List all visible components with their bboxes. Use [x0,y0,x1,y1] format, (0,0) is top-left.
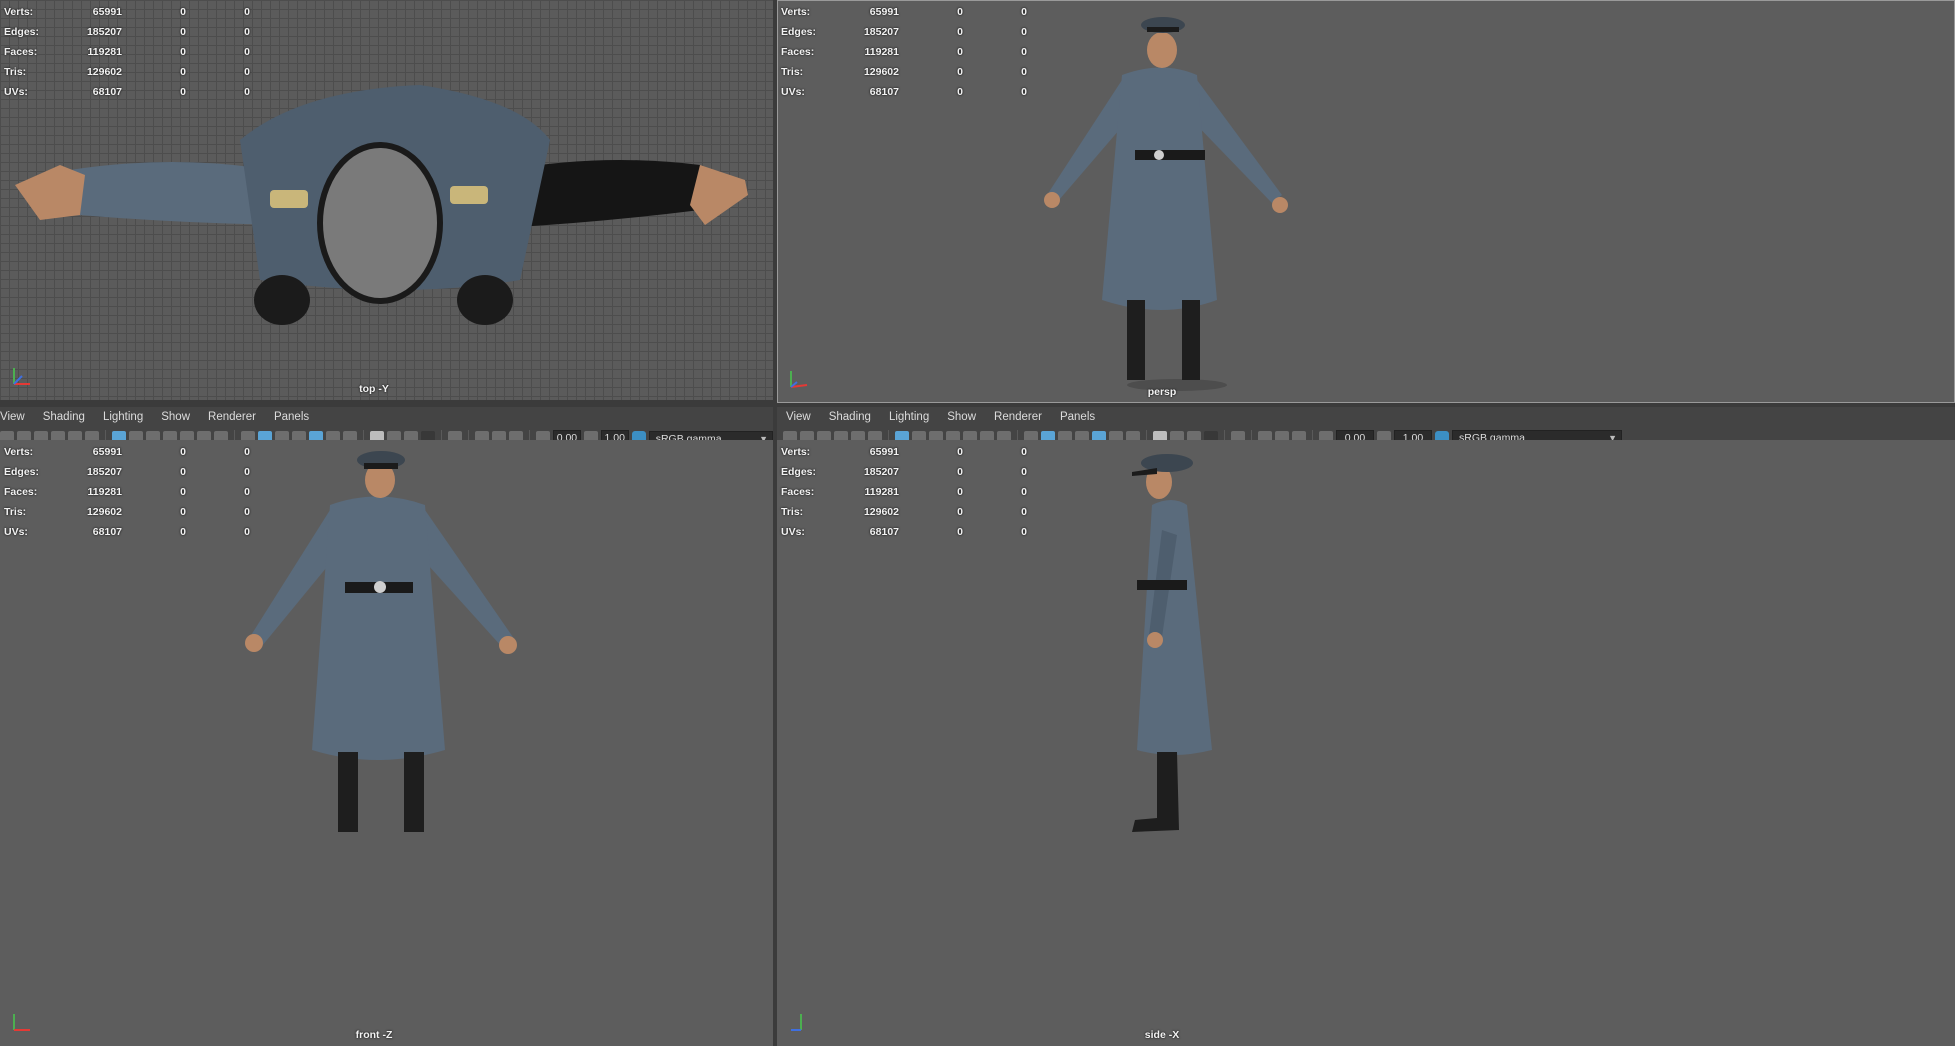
menu-renderer[interactable]: Renderer [985,411,1051,423]
camera-label: persp [1147,386,1177,398]
menu-shading[interactable]: Shading [820,411,880,423]
axis-gizmo-icon [13,368,30,385]
menu-show[interactable]: Show [938,411,985,423]
menu-renderer[interactable]: Renderer [199,411,265,423]
menu-view[interactable]: View [0,411,34,423]
menu-panels[interactable]: Panels [265,411,318,423]
camera-label: front -Z [355,1029,393,1041]
axis-gizmo-icon [791,1014,802,1031]
axis-gizmo-icon [13,1014,30,1031]
viewport-side[interactable]: Verts: 65991 0 0 Edges: 185207 0 0 Faces: 11928… [777,440,1955,1046]
menu-lighting[interactable]: Lighting [94,411,152,423]
poly-count-hud: Verts: 65991 0 0 Edges: 185207 0 0 Faces: 11928… [4,446,250,538]
menu-panels[interactable]: Panels [1051,411,1104,423]
viewport-top[interactable]: Verts: 65991 0 0 Edges: 185207 0 0 Faces: 11928… [0,0,773,400]
panel-menubar-side: View Shading Lighting Show Renderer Pane… [777,407,1955,427]
menu-view[interactable]: View [777,411,820,423]
camera-label: top -Y [359,383,389,395]
camera-label: side -X [1144,1029,1180,1041]
viewport-persp[interactable]: Verts: 65991 0 0 Edges: 185207 0 0 Faces: 11928… [777,0,1955,403]
poly-count-hud: Verts: 65991 0 0 Edges: 185207 0 0 Faces: 11928… [781,6,1027,98]
viewport-front[interactable]: Verts: 65991 0 0 Edges: 185207 0 0 Faces: 11928… [0,440,773,1046]
poly-count-hud: Verts: 65991 0 0 Edges: 185207 0 0 Faces: 11928… [4,6,250,98]
panel-menubar-front: View Shading Lighting Show Renderer Pane… [0,407,773,427]
poly-count-hud: Verts: 65991 0 0 Edges: 185207 0 0 Faces: 11928… [781,446,1027,538]
menu-shading[interactable]: Shading [34,411,94,423]
menu-lighting[interactable]: Lighting [880,411,938,423]
axis-gizmo-icon [790,371,808,388]
menu-show[interactable]: Show [152,411,199,423]
